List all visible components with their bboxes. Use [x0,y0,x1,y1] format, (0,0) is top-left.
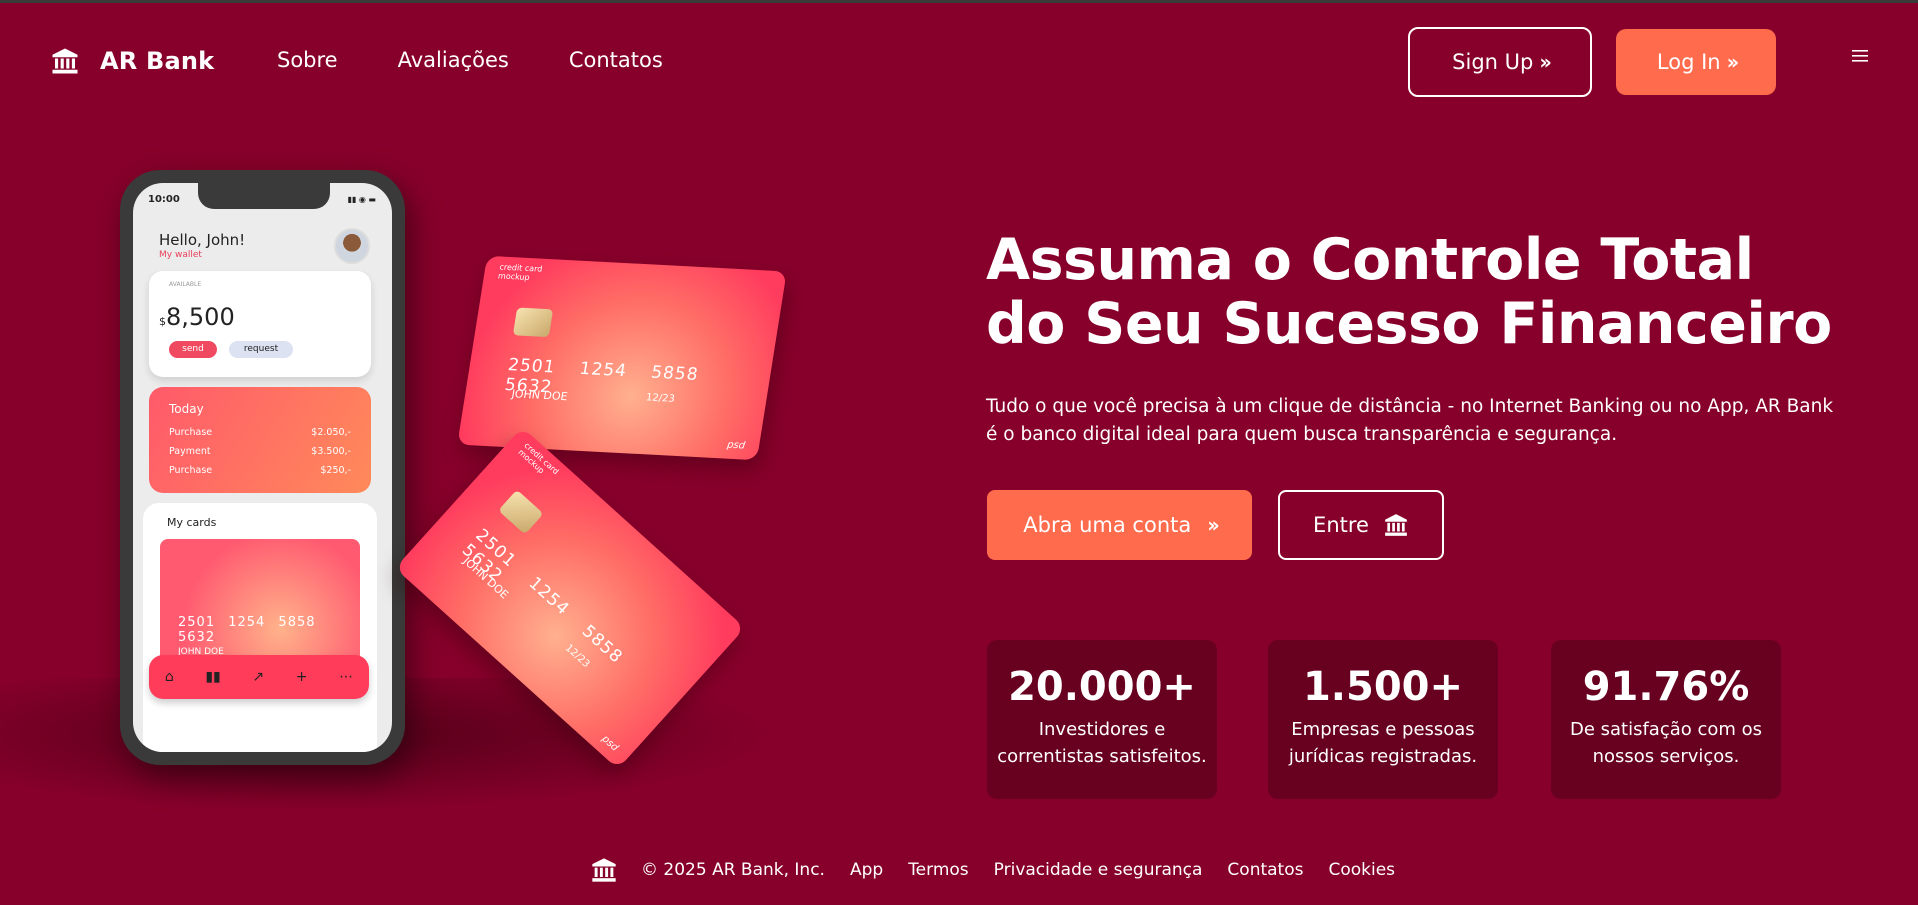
enter-button[interactable]: Entre [1278,490,1444,560]
card-expiry: 12/23 [645,392,676,405]
more-icon: ⋯ [339,669,354,685]
stat-value: 91.76% [1582,664,1750,710]
plus-icon: + [295,669,308,685]
my-cards-title: My cards [167,516,217,529]
double-chevron-right-icon: ›› [1539,50,1552,74]
footer-link-termos[interactable]: Termos [908,860,968,880]
bank-icon [52,48,78,74]
phone-tab-bar: ⌂ ▮▮ ↗ + ⋯ [149,655,369,699]
transaction-label: Payment [169,446,211,457]
signal-battery-icon: ▮▮ ◉ ▬ [347,195,376,204]
card-brand: psd [726,439,746,452]
stat-card-satisfaction: 91.76% De satisfação com os nossos servi… [1551,640,1781,799]
arrow-up-right-icon: ↗ [252,669,265,685]
phone-notch [198,183,330,209]
stat-card-investors: 20.000+ Investidores e correntistas sati… [987,640,1217,799]
transaction-label: Purchase [169,427,213,438]
footer-link-app[interactable]: App [850,860,883,880]
brand-name: AR Bank [100,47,215,75]
bank-icon [1385,514,1407,536]
home-icon: ⌂ [164,669,174,685]
transaction-amount: $250,- [320,465,351,476]
card-brand: psd [599,733,621,754]
site-footer: © 2025 AR Bank, Inc. App Termos Privacid… [590,856,1395,884]
phone-time: 10:00 [148,194,180,205]
avatar [334,228,370,264]
card-chip-icon [498,489,544,535]
stat-label: De satisfação com os nossos serviços. [1569,719,1763,767]
log-in-label: Log In [1656,50,1721,74]
nav-link-contatos[interactable]: Contatos [569,48,663,72]
credit-card-floating: credit card mockup 2501 1254 5858 5632 J… [457,255,787,461]
today-title: Today [169,402,204,416]
mini-credit-card: 2501 1254 5858 5632 JOHN DOE [160,539,360,667]
footer-copyright: © 2025 AR Bank, Inc. [641,860,825,880]
mini-card-number: 2501 1254 5858 5632 [178,615,316,645]
transaction-label: Purchase [169,465,213,476]
main-nav: Sobre Avaliações Contatos [277,48,663,72]
transaction-row: Purchase $2.050,- [169,427,351,438]
phone-wallet-label: My wallet [159,250,202,260]
transaction-amount: $2.050,- [311,427,351,438]
card-holder-name: JOHN DOE [510,387,569,404]
bank-icon [592,858,616,882]
brand-logo[interactable]: AR Bank [50,46,214,76]
balance-card: AVAILABLE $8,500 send request [149,271,371,377]
currency-symbol: $ [159,315,166,328]
my-cards-panel: My cards 2501 1254 5858 5632 JOHN DOE ⌂ … [143,503,377,752]
footer-link-privacidade[interactable]: Privacidade e segurança [994,860,1203,880]
site-header: AR Bank Sobre Avaliações Contatos Sign U… [0,3,1918,118]
stat-label: Empresas e pessoas jurídicas registradas… [1288,719,1478,767]
transaction-row: Purchase $250,- [169,465,351,476]
balance-amount: $8,500 [159,303,235,331]
nav-link-sobre[interactable]: Sobre [277,48,338,72]
stat-value: 20.000+ [1008,664,1196,710]
balance-value: 8,500 [166,303,235,331]
transaction-amount: $3.500,- [311,446,351,457]
sign-up-label: Sign Up [1452,50,1534,74]
transaction-row: Payment $3.500,- [169,446,351,457]
enter-label: Entre [1313,513,1369,537]
today-card: Today Purchase $2.050,- Payment $3.500,-… [149,387,371,493]
open-account-label: Abra uma conta [1023,513,1192,537]
hamburger-icon[interactable] [1852,49,1868,63]
available-label: AVAILABLE [169,281,202,288]
double-chevron-right-icon: ›› [1207,513,1220,537]
open-account-button[interactable]: Abra uma conta ›› [987,490,1252,560]
footer-link-cookies[interactable]: Cookies [1328,860,1395,880]
phone-screen: 10:00 ▮▮ ◉ ▬ Hello, John! My wallet AVAI… [133,183,392,752]
stat-value: 1.500+ [1302,664,1464,710]
phone-greeting: Hello, John! [159,231,246,249]
stat-label: Investidores e correntistas satisfeitos. [997,719,1207,767]
stat-card-companies: 1.500+ Empresas e pessoas jurídicas regi… [1268,640,1498,799]
card-chip-icon [512,307,554,338]
hero-subtitle: Tudo o que você precisa à um clique de d… [986,396,1834,445]
sign-up-button[interactable]: Sign Up ›› [1408,27,1592,97]
phone-request-button: request [229,341,293,358]
bar-chart-icon: ▮▮ [205,669,221,685]
footer-link-contatos[interactable]: Contatos [1227,860,1303,880]
nav-link-avaliacoes[interactable]: Avaliações [398,48,509,72]
hero-illustration: 10:00 ▮▮ ◉ ▬ Hello, John! My wallet AVAI… [0,118,900,828]
phone-send-button: send [169,341,217,358]
log-in-button[interactable]: Log In ›› [1616,29,1776,95]
card-label: credit card mockup [497,262,543,282]
double-chevron-right-icon: ›› [1726,50,1740,74]
phone-mockup: 10:00 ▮▮ ◉ ▬ Hello, John! My wallet AVAI… [120,170,405,765]
hero-headline: Assuma o Controle Total do Seu Sucesso F… [986,227,1832,357]
